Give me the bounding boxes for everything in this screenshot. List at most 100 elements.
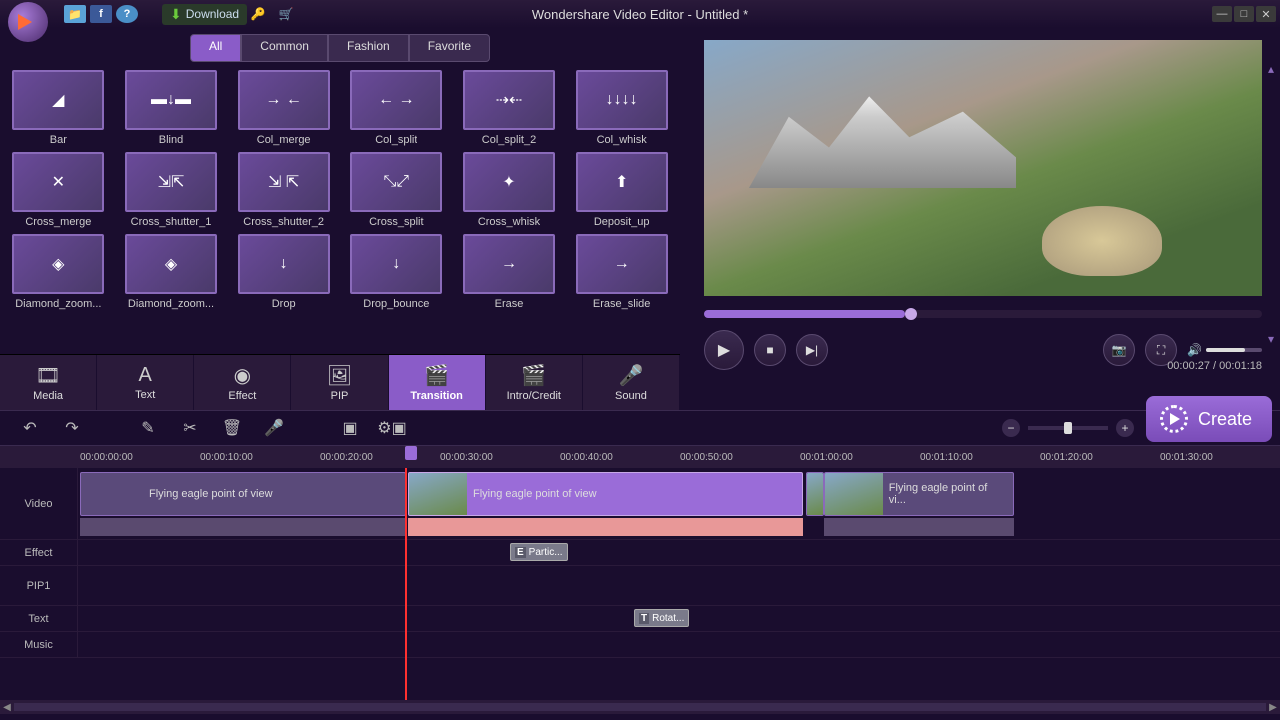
transition-item[interactable]: ⇢⇠Col_split_2 [461,70,558,146]
help-icon[interactable]: ? [116,5,138,23]
playhead-marker[interactable] [405,446,417,460]
step-forward-button[interactable]: ▶| [796,334,828,366]
filter-tab-all[interactable]: All [190,34,241,62]
transition-label: Deposit_up [594,216,650,228]
transition-label: Erase_slide [593,298,650,310]
transition-thumb: → [463,234,555,294]
scroll-down-icon[interactable]: ▾ [1264,332,1278,346]
register-icon[interactable]: 🔑 [247,5,269,23]
stop-button[interactable]: ■ [754,334,786,366]
play-button[interactable]: ▶ [704,330,744,370]
transition-item[interactable]: →Erase_slide [573,234,670,310]
asset-tab-transition[interactable]: 🎬Transition [389,355,486,410]
clip-transition-gap[interactable] [806,472,824,516]
ruler-mark: 00:00:20:00 [320,452,373,463]
clip-1[interactable]: Flying eagle point of view [80,472,406,516]
track-pip: PIP1 [0,566,1280,606]
audio-strip-2[interactable] [408,518,803,536]
playback-progress[interactable] [704,310,1262,318]
transition-item[interactable]: ⤡⤢Cross_split [348,152,445,228]
maximize-button[interactable]: □ [1234,6,1254,22]
timeline-ruler[interactable]: 00:00:00:0000:00:10:0000:00:20:0000:00:3… [0,446,1280,468]
zoom-in-button[interactable]: + [1116,419,1134,437]
create-button[interactable]: Create [1146,396,1272,442]
transition-item[interactable]: ↓Drop_bounce [348,234,445,310]
transition-item[interactable]: → ←Col_merge [235,70,332,146]
transition-item[interactable]: ◈Diamond_zoom... [10,234,107,310]
filter-tab-fashion[interactable]: Fashion [328,34,409,62]
transition-item[interactable]: →Erase [461,234,558,310]
clip-3[interactable]: Flying eagle point of vi... [824,472,1014,516]
asset-tabs: 🎞MediaAText◉Effect🖼PIP🎬Transition🎬Intro/… [0,354,680,410]
transition-label: Cross_split [369,216,423,228]
volume-control[interactable]: 🔊 [1187,343,1262,357]
transition-item[interactable]: ⬆Deposit_up [573,152,670,228]
open-icon[interactable]: 📁 [64,5,86,23]
facebook-icon[interactable]: f [90,5,112,23]
track-content-music[interactable] [78,632,1280,657]
transition-item[interactable]: ↓Drop [235,234,332,310]
zoom-out-button[interactable]: − [1002,419,1020,437]
clip-3-label: Flying eagle point of vi... [883,482,1013,506]
undo-button[interactable]: ↶ [16,416,44,440]
filter-tab-favorite[interactable]: Favorite [409,34,490,62]
ruler-mark: 00:00:00:00 [80,452,133,463]
delete-button[interactable]: 🗑 [218,416,246,440]
cut-button[interactable]: ✂ [176,416,204,440]
track-music: Music [0,632,1280,658]
scroll-up-icon[interactable]: ▴ [1264,62,1278,76]
time-display: 00:00:27 / 00:01:18 [1167,360,1262,372]
asset-tab-media[interactable]: 🎞Media [0,355,97,410]
settings-button[interactable]: ⚙▣ [378,416,406,440]
transition-item[interactable]: ▬↓▬Blind [123,70,220,146]
progress-knob[interactable] [905,308,917,320]
ruler-mark: 00:00:40:00 [560,452,613,463]
snapshot-button[interactable]: 📷 [1103,334,1135,366]
asset-tab-icon: A [139,364,152,387]
transition-item[interactable]: ⇲ ⇱Cross_shutter_2 [235,152,332,228]
scroll-right-icon[interactable]: ▶ [1266,702,1280,713]
edit-button[interactable]: ✎ [134,416,162,440]
audio-strip-3[interactable] [824,518,1014,536]
voiceover-button[interactable]: 🎤 [260,416,288,440]
download-button[interactable]: ⬇ Download [162,4,247,25]
redo-button[interactable]: ↷ [58,416,86,440]
transition-item[interactable]: ◢Bar [10,70,107,146]
store-icon[interactable]: 🛒 [275,5,297,23]
minimize-button[interactable]: — [1212,6,1232,22]
app-logo[interactable] [8,2,48,42]
asset-tab-pip[interactable]: 🖼PIP [291,355,388,410]
track-content-video[interactable]: Flying eagle point of view Flying eagle … [78,468,1280,539]
crop-button[interactable]: ▣ [336,416,364,440]
close-button[interactable]: ✕ [1256,6,1276,22]
transition-item[interactable]: ✦Cross_whisk [461,152,558,228]
scroll-left-icon[interactable]: ◀ [0,702,14,713]
transition-item[interactable]: ◈Diamond_zoom... [123,234,220,310]
asset-tab-introcredit[interactable]: 🎬Intro/Credit [486,355,583,410]
transition-thumb: ← → [350,70,442,130]
clip-2-selected[interactable]: Flying eagle point of view [408,472,803,516]
zoom-slider[interactable] [1028,426,1108,430]
transition-item[interactable]: ✕Cross_merge [10,152,107,228]
clip-3-thumb [825,473,883,515]
effect-chip[interactable]: E Partic... [510,543,568,561]
text-chip[interactable]: T Rotat... [634,609,689,627]
playhead-line [405,468,407,700]
transition-label: Col_split_2 [482,134,536,146]
timeline-scrollbar[interactable]: ◀ ▶ [0,700,1280,714]
track-content-effect[interactable]: E Partic... [78,540,1280,565]
transition-thumb: ◈ [12,234,104,294]
ruler-mark: 00:01:20:00 [1040,452,1093,463]
asset-tab-icon: 🎬 [521,363,546,388]
transition-item[interactable]: ← →Col_split [348,70,445,146]
asset-tab-label: Media [33,390,63,402]
asset-tab-sound[interactable]: 🎤Sound [583,355,680,410]
asset-tab-text[interactable]: AText [97,355,194,410]
filter-tab-common[interactable]: Common [241,34,328,62]
track-content-pip[interactable] [78,566,1280,605]
asset-tab-effect[interactable]: ◉Effect [194,355,291,410]
audio-strip-1[interactable] [80,518,406,536]
transition-item[interactable]: ↓↓↓↓Col_whisk [573,70,670,146]
track-content-text[interactable]: T Rotat... [78,606,1280,631]
transition-item[interactable]: ⇲⇱Cross_shutter_1 [123,152,220,228]
